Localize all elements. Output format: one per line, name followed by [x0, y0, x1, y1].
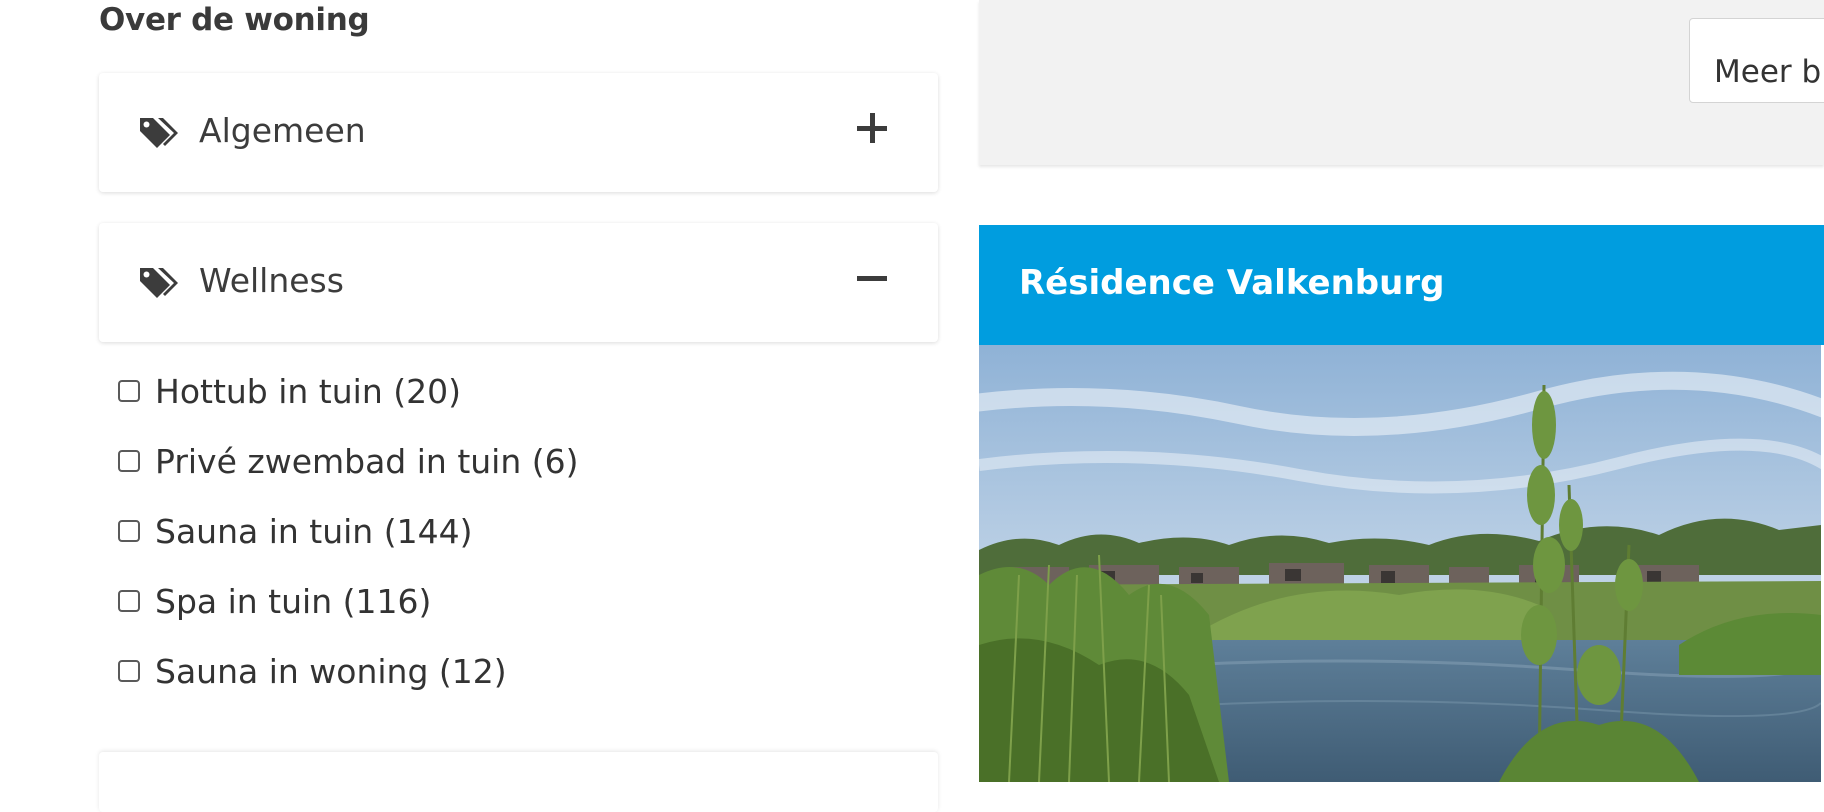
checkbox[interactable] [118, 520, 140, 542]
checkbox[interactable] [118, 660, 140, 682]
checkbox-spa-in-tuin[interactable]: Spa in tuin (116) [118, 581, 431, 621]
landscape-photo [979, 345, 1821, 782]
accordion-next-partial[interactable] [99, 752, 938, 812]
checkbox-label: Sauna in woning (12) [155, 651, 507, 691]
checkbox-label: Spa in tuin (116) [155, 581, 432, 621]
accordion-algemeen[interactable]: Algemeen [99, 73, 938, 192]
checkbox-sauna-in-woning[interactable]: Sauna in woning (12) [118, 651, 507, 691]
checkbox-hottub-in-tuin[interactable]: Hottub in tuin (20) [118, 371, 461, 411]
result-photo[interactable] [979, 345, 1821, 782]
result-title[interactable]: Résidence Valkenburg [1019, 263, 1444, 303]
accordion-label: Wellness [199, 261, 344, 300]
checkbox[interactable] [118, 450, 140, 472]
accordion-label: Algemeen [199, 111, 366, 150]
checkbox-sauna-in-tuin[interactable]: Sauna in tuin (144) [118, 511, 472, 551]
result-header[interactable]: Résidence Valkenburg [979, 225, 1824, 345]
checkbox-label: Sauna in tuin (144) [155, 511, 473, 551]
minus-icon[interactable] [857, 261, 891, 295]
more-button[interactable]: Meer b [1689, 18, 1824, 103]
accordion-wellness[interactable]: Wellness [99, 223, 938, 342]
checkbox[interactable] [118, 590, 140, 612]
section-title: Over de woning [99, 2, 370, 38]
checkbox-prive-zwembad-in-tuin[interactable]: Privé zwembad in tuin (6) [118, 441, 579, 481]
checkbox[interactable] [118, 380, 140, 402]
checkbox-label: Hottub in tuin (20) [155, 371, 461, 411]
tags-icon [140, 118, 178, 148]
checkbox-label: Privé zwembad in tuin (6) [155, 441, 579, 481]
plus-icon[interactable] [857, 111, 891, 145]
tags-icon [140, 268, 178, 298]
